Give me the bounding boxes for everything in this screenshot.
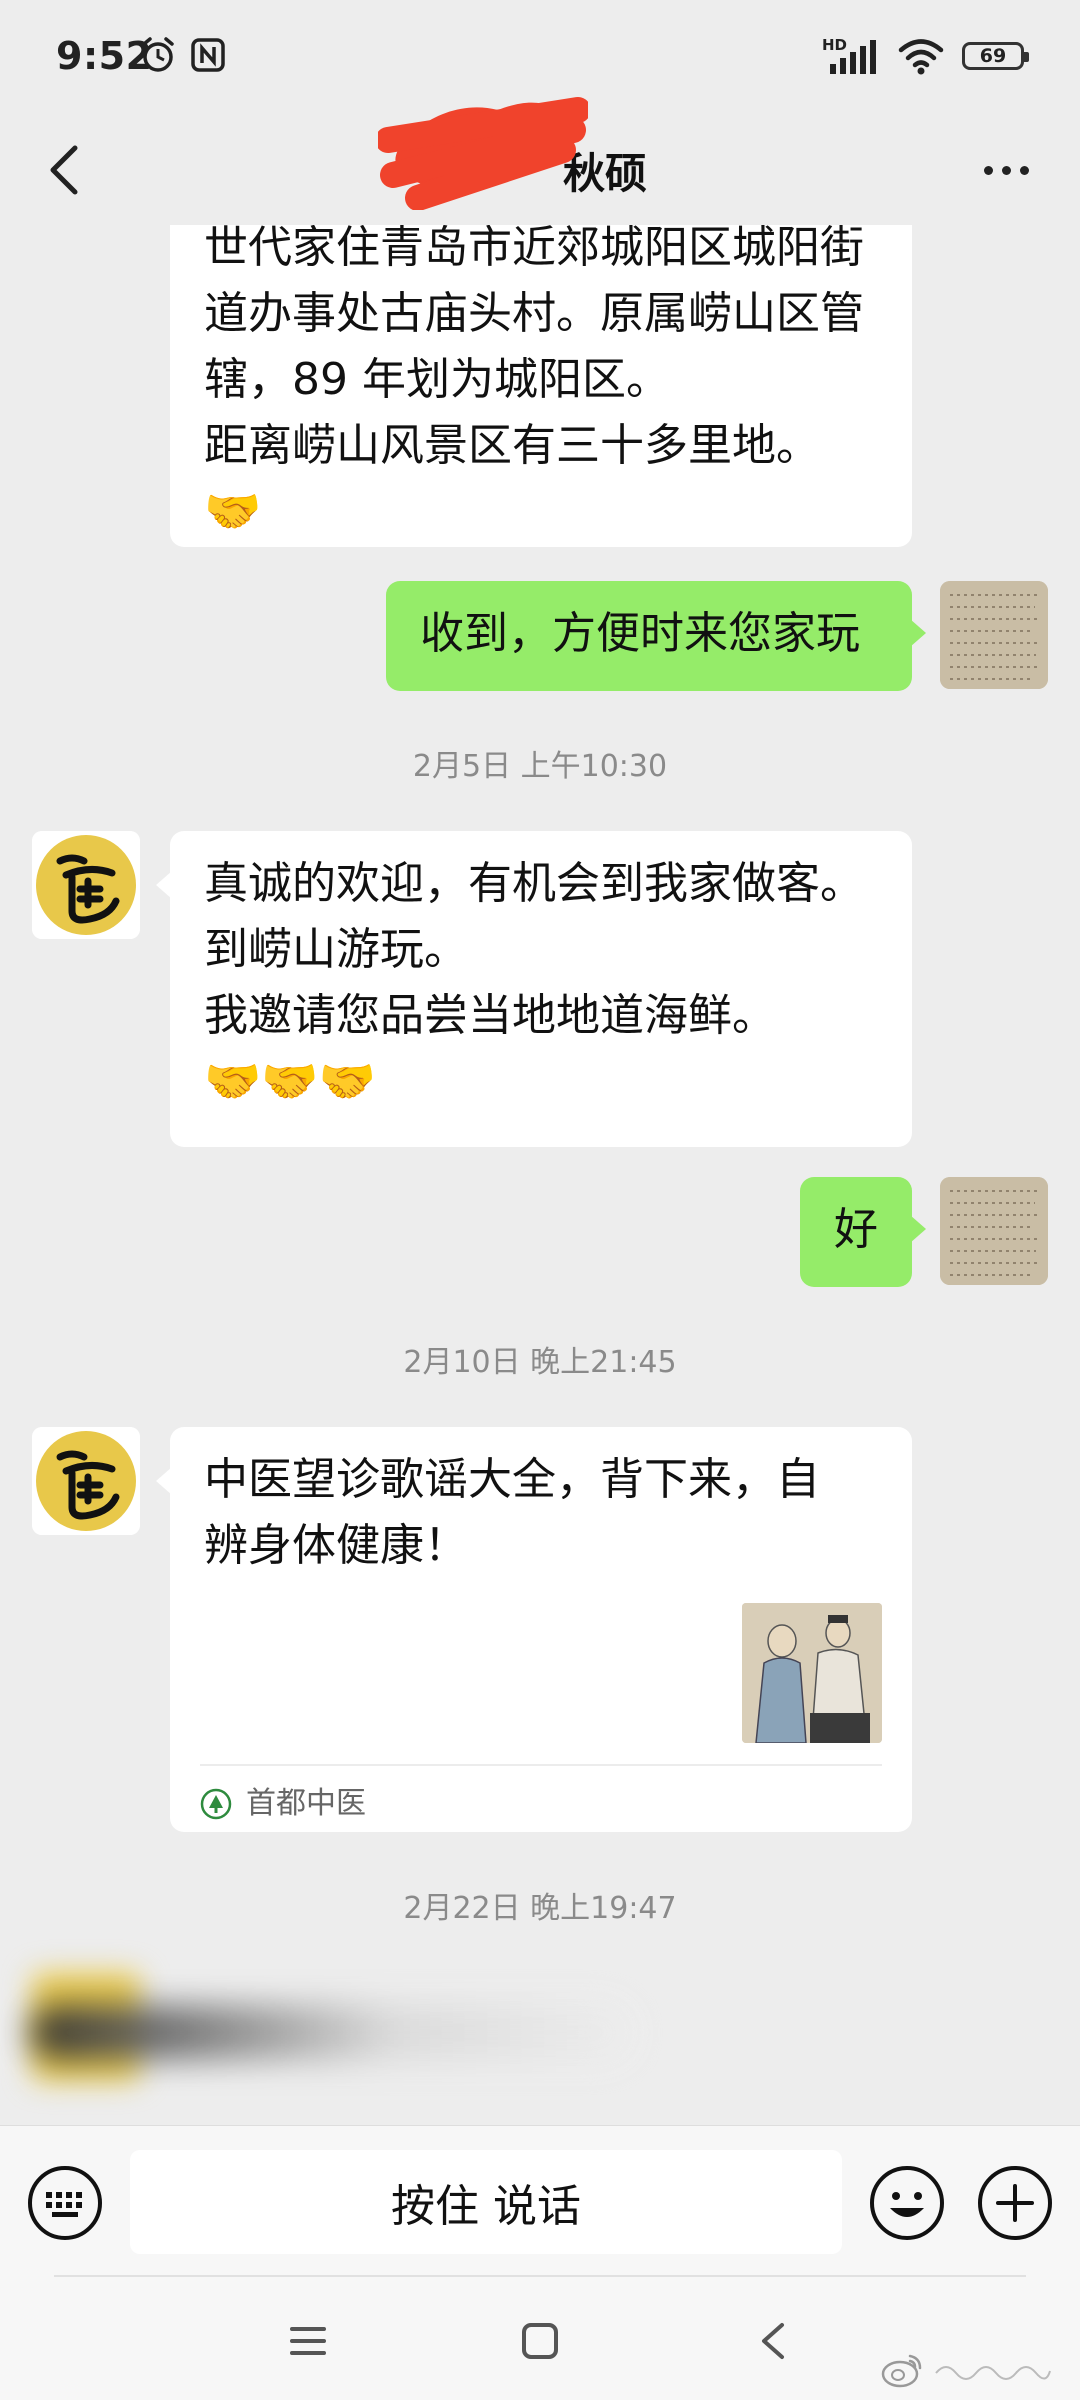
recent-apps-button[interactable] bbox=[278, 2311, 338, 2371]
keyboard-icon bbox=[28, 2166, 102, 2240]
input-bar: 按住 说话 bbox=[0, 2125, 1080, 2276]
menu-lines-icon bbox=[290, 2327, 326, 2355]
timestamp: 2月22日 晚上19:47 bbox=[403, 1891, 677, 1926]
manuscript-avatar-image bbox=[940, 1177, 1048, 1285]
watermark-scribble bbox=[935, 2366, 1051, 2380]
home-button[interactable] bbox=[510, 2311, 570, 2371]
timestamp: 2月5日 上午10:30 bbox=[412, 749, 668, 784]
nav-divider bbox=[54, 2275, 1026, 2277]
signal-icon: HD bbox=[822, 36, 880, 76]
handshake-emoji: 🤝🤝🤝 bbox=[204, 1054, 376, 1108]
message-line: 我邀请您品尝当地地道海鲜。 bbox=[204, 990, 776, 1041]
keyboard-toggle-button[interactable] bbox=[26, 2164, 104, 2242]
received-message[interactable]: 真诚的欢迎，有机会到我家做客。 到崂山游玩。 我邀请您品尝当地地道海鲜。 🤝🤝🤝 bbox=[156, 831, 912, 1147]
more-dot bbox=[983, 165, 993, 175]
plus-circle-icon bbox=[978, 2166, 1052, 2240]
message-line: 真诚的欢迎，有机会到我家做客。 bbox=[204, 858, 864, 909]
article-title-line: 中医望诊歌谣大全，背下来，自 bbox=[204, 1454, 820, 1505]
dao-calligraphy-avatar bbox=[32, 831, 140, 939]
battery-indicator: 69 bbox=[962, 42, 1029, 70]
message-line: 道办事处古庙头村。原属崂山区管 bbox=[204, 288, 864, 339]
article-source: 首都中医 bbox=[200, 1779, 366, 1829]
red-scribble-redaction bbox=[378, 97, 588, 210]
wifi-icon bbox=[898, 39, 944, 75]
timestamp: 2月10日 晚上21:45 bbox=[403, 1345, 677, 1380]
message-text: 收到，方便时来您家玩 bbox=[420, 608, 860, 659]
bubble-tail bbox=[156, 1467, 172, 1495]
emoji-button[interactable] bbox=[868, 2164, 946, 2242]
sent-message[interactable]: 好 bbox=[800, 1177, 926, 1287]
my-avatar[interactable] bbox=[940, 1177, 1048, 1285]
weibo-logo-icon bbox=[881, 2354, 922, 2388]
bubble-tail bbox=[910, 619, 926, 647]
article-title-line: 辨身体健康！ bbox=[204, 1520, 468, 1571]
smiley-icon bbox=[870, 2166, 944, 2240]
manuscript-avatar-image bbox=[940, 581, 1048, 689]
system-back-button[interactable] bbox=[744, 2311, 804, 2371]
source-name: 首都中医 bbox=[246, 1786, 366, 1821]
source-logo-icon bbox=[200, 1788, 232, 1820]
sent-message[interactable]: 收到，方便时来您家玩 bbox=[386, 581, 926, 691]
blurred-message bbox=[30, 2005, 630, 2060]
more-options-button[interactable] bbox=[966, 135, 1046, 205]
message-line: 辖，89 年划为城阳区。 bbox=[204, 354, 670, 405]
contact-avatar[interactable] bbox=[32, 831, 140, 939]
more-dot bbox=[1019, 165, 1029, 175]
status-left-icons bbox=[138, 35, 226, 75]
more-functions-button[interactable] bbox=[976, 2164, 1054, 2242]
shared-article-card[interactable]: 中医望诊歌谣大全，背下来，自 辨身体健康！ 首都中医 bbox=[156, 1427, 912, 1832]
bubble-tail bbox=[910, 1215, 926, 1243]
article-thumbnail bbox=[742, 1603, 882, 1743]
alarm-icon bbox=[142, 37, 174, 72]
contact-avatar[interactable] bbox=[32, 1427, 140, 1535]
message-line: 世代家住青岛市近郊城阳区城阳街 bbox=[204, 225, 864, 273]
system-navigation-bar bbox=[0, 2275, 1080, 2400]
handshake-emoji: 🤝 bbox=[204, 484, 262, 538]
back-triangle-icon bbox=[762, 2323, 784, 2359]
square-home-icon bbox=[522, 2323, 558, 2359]
card-divider bbox=[200, 1764, 882, 1766]
nfc-icon bbox=[191, 38, 225, 72]
battery-level: 69 bbox=[979, 45, 1007, 67]
message-text: 好 bbox=[834, 1204, 878, 1255]
status-right-icons: HD 69 bbox=[822, 34, 1029, 78]
doctors-illustration bbox=[742, 1603, 882, 1743]
my-avatar[interactable] bbox=[940, 581, 1048, 689]
message-line: 到崂山游玩。 bbox=[204, 924, 468, 975]
more-dot bbox=[1001, 165, 1011, 175]
dao-calligraphy-avatar bbox=[32, 1427, 140, 1535]
hold-to-talk-button[interactable]: 按住 说话 bbox=[130, 2150, 842, 2254]
message-line: 距离崂山风景区有三十多里地。 bbox=[204, 420, 820, 471]
chat-message-list[interactable]: 世代家住青岛市近郊城阳区城阳街 道办事处古庙头村。原属崂山区管 辖，89 年划为… bbox=[0, 225, 1080, 2125]
weibo-watermark bbox=[880, 2352, 1052, 2388]
received-message[interactable]: 世代家住青岛市近郊城阳区城阳街 道办事处古庙头村。原属崂山区管 辖，89 年划为… bbox=[170, 225, 912, 547]
bubble-tail bbox=[156, 871, 172, 899]
